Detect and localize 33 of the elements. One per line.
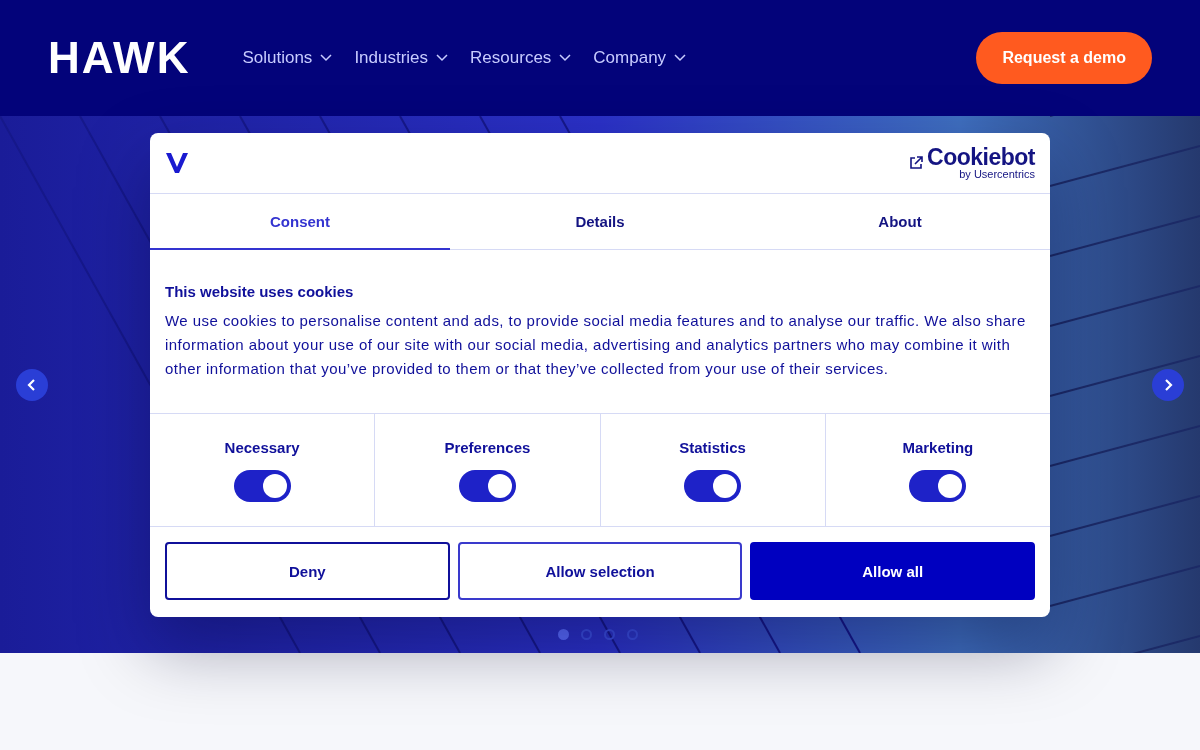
dialog-description: We use cookies to personalise content and ads, to provide social media features and to analyse our traffic. We also share information about your use of our site with our social media, advertising and analytics partners who may combine it with other information that you’ve provided to them or that they’ve collected from your use of their services. <box>165 311 1027 379</box>
category-label: Necessary <box>224 439 300 456</box>
toggle-switch[interactable] <box>233 470 291 502</box>
toggle-switch[interactable] <box>458 470 516 502</box>
category-label: Preferences <box>444 439 531 456</box>
external-link-icon <box>909 156 924 170</box>
consent-button[interactable]: Deny <box>165 542 450 600</box>
chevron-down-icon <box>436 54 449 62</box>
tab[interactable]: Details <box>450 194 750 250</box>
chevron-down-icon <box>320 54 333 62</box>
chevron-down-icon <box>559 54 572 62</box>
nav-menu-item[interactable]: Company <box>593 48 687 68</box>
logo-icon <box>165 152 189 174</box>
carousel-dot[interactable] <box>627 629 638 640</box>
tab[interactable]: About <box>750 194 1050 250</box>
nav-menu-item[interactable]: Industries <box>354 48 449 68</box>
tab[interactable]: Consent <box>150 194 450 250</box>
category-label: Marketing <box>902 439 974 456</box>
cookiebot-subtitle: by Usercentrics <box>959 168 1035 180</box>
carousel-dot[interactable] <box>558 629 569 640</box>
carousel-dot[interactable] <box>604 629 615 640</box>
cookiebot-logo[interactable]: Cookiebot <box>927 146 1035 168</box>
category-label: Statistics <box>679 439 746 456</box>
allow-all-button[interactable]: Allow all <box>750 542 1035 600</box>
carousel-dot[interactable] <box>581 629 592 640</box>
nav-menu-item[interactable]: Resources <box>470 48 572 68</box>
consent-button[interactable]: Allow selection <box>457 542 743 600</box>
logo[interactable]: HAWK <box>48 33 191 83</box>
nav-menu-item[interactable]: Solutions <box>242 48 333 68</box>
chevron-down-icon <box>674 54 687 62</box>
toggle-switch[interactable] <box>909 470 967 502</box>
toggle-switch[interactable] <box>684 470 742 502</box>
dialog-heading: This website uses cookies <box>165 283 355 300</box>
